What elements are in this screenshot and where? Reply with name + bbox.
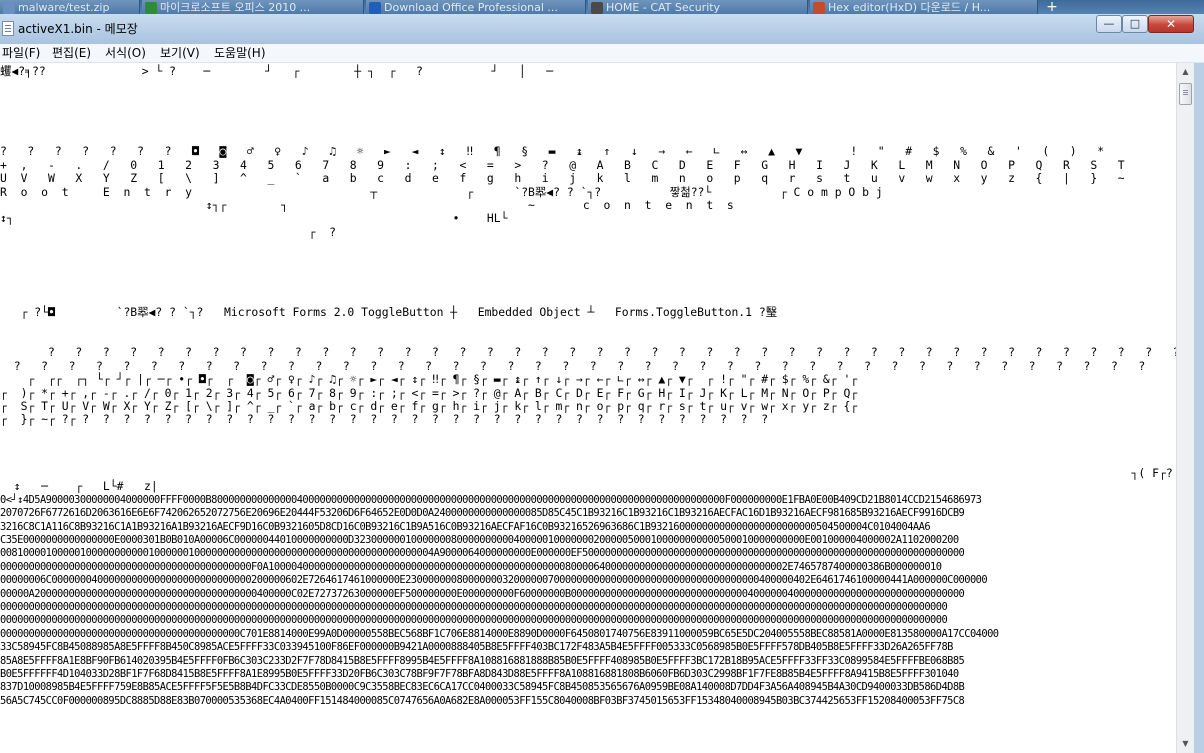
notepad-window: activeX1.bin - 메모장 — □ ✕ 파일(F) 편집(E) 서식(…: [0, 14, 1204, 753]
browser-tab-label: 마이크로소프트 오피스 2010 ...: [160, 1, 311, 14]
menu-bar: 파일(F) 편집(E) 서식(O) 보기(V) 도움말(H): [0, 44, 1204, 63]
text-line: ┌ ?└◘ `?B翆◀? ? `┐? Microsoft Forms 2.0 T…: [0, 305, 778, 320]
text-line: 3216C8C1A116C8B93216C1A1B93216A1B93216AE…: [0, 520, 931, 533]
menu-file[interactable]: 파일(F): [2, 45, 40, 61]
text-line: 33C58945FC8B45088985A8E5FFFF8B450C8985AC…: [0, 641, 953, 654]
tab-favicon-icon: [813, 2, 825, 14]
menu-edit[interactable]: 편집(E): [52, 45, 91, 61]
menu-help[interactable]: 도움말(H): [214, 45, 266, 61]
tab-favicon-icon: [369, 2, 381, 14]
window-frame-edge: [1194, 63, 1204, 753]
browser-tab-label: Hex editor(HxD) 다운로드 / H...: [828, 1, 991, 14]
text-line: 蠼◀?╕?? > └ ? ─ ┘ ┌ ┼ ┐ ┌ ? ┘ │ ─: [0, 64, 554, 78]
scroll-thumb[interactable]: [1179, 83, 1192, 105]
text-line: ┐( F┌? #: [0, 466, 1176, 480]
text-line: C35E0000000000000000E0000301B0B010A00006…: [0, 534, 959, 546]
scroll-down-arrow-icon[interactable]: ▼: [1178, 736, 1193, 751]
text-line: 0<┘↕4D5A90000300000004000000FFFF0000B800…: [0, 493, 982, 506]
tab-favicon-icon: [145, 2, 157, 14]
text-line: B0E5FFFFFF4D104033D28BF1F7F68D8415B8E5FF…: [0, 668, 959, 680]
text-line: ┌ ?: [0, 224, 337, 239]
text-line: 0000000000000000000000000000000000000000…: [0, 601, 948, 613]
text-line: ┌ S┌ T┌ U┌ V┌ W┌ X┌ Y┌ Z┌ [┌ \┌ ]┌ ^┌ _┌…: [0, 399, 858, 413]
scroll-up-arrow-icon[interactable]: ▲: [1178, 64, 1193, 79]
text-line: ↕ ─ ┌ L└# z|: [0, 479, 158, 494]
text-line: ┌ }┌ ~┌ ?┌ ? ? ? ? ? ? ? ? ? ? ? ? ? ? ?…: [0, 412, 769, 427]
text-line: ┌ ┌┌ ┌┐ └┌ ┘┌ |┌ ─┌ •┌ ◘┌ ┌ ◙┌ ♂┌ ♀┌ ♪┌ …: [0, 372, 858, 387]
browser-tab-label: Download Office Professional ...: [384, 1, 558, 14]
text-line: 56A5C745CC0F000000895DC8885D88E83B070000…: [0, 694, 965, 707]
text-line: 0000000000000000000000000000000000000000…: [0, 560, 942, 573]
menu-format[interactable]: 서식(O): [105, 45, 146, 61]
text-line: 85A8E5FFFF8A1E8BF90FB614020395B4E5FFFF0F…: [0, 654, 965, 667]
tab-favicon-icon: [3, 2, 15, 14]
window-title: activeX1.bin - 메모장: [18, 22, 138, 36]
text-line: ? ? ? ? ? ? ? ? ? ? ? ? ? ? ? ? ? ? ? ? …: [0, 345, 1176, 360]
text-line: 0081000010000010000000000010000001000000…: [0, 547, 965, 560]
text-line: 0000000000000000000000000000000000000000…: [0, 627, 999, 640]
text-line: ? ? ? ? ? ? ? ? ? ? ? ? ? ? ? ? ? ? ? ? …: [0, 358, 1146, 373]
text-editor-area[interactable]: 蠼◀?╕?? > └ ? ─ ┘ ┌ ┼ ┐ ┌ ? ┘ │ ─ ? ? ? ? …: [0, 63, 1176, 753]
text-line: ┌ )┌ *┌ +┌ ,┌ -┌ .┌ /┌ 0┌ 1┌ 2┌ 3┌ 4┌ 5┌…: [0, 385, 858, 400]
menu-view[interactable]: 보기(V): [160, 45, 200, 61]
text-line: + , - . / 0 1 2 3 4 5 6 7 8 9 : ; < = > …: [0, 157, 1125, 172]
text-line: ? ? ? ? ? ? ? ◘ ◙ ♂ ♀ ♪ ♫ ☼ ► ◄ ↕ ‼ ¶ § …: [0, 144, 1105, 159]
notepad-icon[interactable]: [2, 21, 14, 36]
browser-tab-label: malware/test.zip: [18, 1, 110, 14]
text-line: ↕┐┌ ┐ ~ c o n t e n t s: [0, 198, 734, 212]
text-line: 2070726F6772616D2063616E6E6F742062652072…: [0, 507, 965, 520]
maximize-button[interactable]: □: [1122, 15, 1148, 33]
text-line: 837D10008985B4E5FFFF759E8B85ACE5FFFF5F5E…: [0, 681, 965, 694]
browser-tab-label: HOME - CAT Security: [606, 1, 721, 14]
text-line: ↕┐ • HL└: [0, 211, 508, 226]
title-bar[interactable]: activeX1.bin - 메모장 — □ ✕: [0, 14, 1204, 45]
close-button[interactable]: ✕: [1148, 15, 1194, 33]
minimize-button[interactable]: —: [1096, 15, 1122, 33]
text-line: 00000006C0000000400000000000000000000000…: [0, 574, 988, 587]
text-line: R o o t E n t r y ┬ ┌ `?B翆◀? ? `┐? 짷첢??└…: [0, 184, 883, 199]
tab-favicon-icon: [591, 2, 603, 14]
text-line: 0000000000000000000000000000000000000000…: [0, 614, 948, 627]
vertical-scrollbar[interactable]: ▲ ▼: [1176, 63, 1195, 753]
text-line: 00000A2000000000000000000000000000000000…: [0, 587, 965, 600]
text-line: U V W X Y Z [ \ ] ^ _ ` a b c d e f g h …: [0, 171, 1125, 186]
